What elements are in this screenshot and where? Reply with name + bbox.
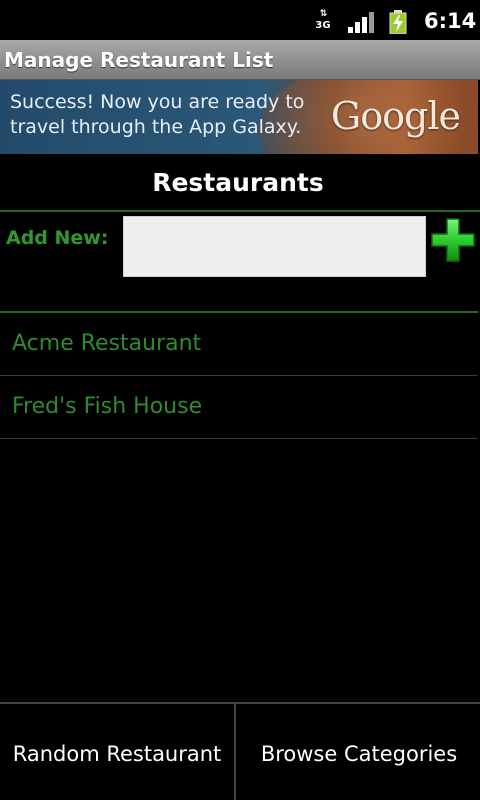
restaurants-header: Restaurants (0, 154, 480, 212)
signal-icon (348, 11, 374, 33)
page-title: Restaurants (152, 168, 324, 197)
app-screen: ⇅ 3G 6:14 Manage Restaurant List Success… (0, 0, 480, 800)
clock: 6:14 (424, 9, 477, 33)
list-item[interactable]: Fred's Fish House (0, 376, 478, 439)
random-restaurant-button[interactable]: Random Restaurant (0, 704, 236, 800)
new-restaurant-input[interactable] (123, 216, 426, 277)
ad-text: Success! Now you are ready to travel thr… (10, 91, 305, 138)
bottom-button-bar: Random Restaurant Browse Categories (0, 702, 480, 800)
restaurant-list: Acme Restaurant Fred's Fish House (0, 313, 478, 439)
plus-icon (431, 218, 475, 262)
battery-charging-icon (389, 10, 407, 35)
add-new-label: Add New: (6, 227, 109, 249)
add-new-row: Add New: (0, 213, 480, 311)
title-bar: Manage Restaurant List (0, 40, 480, 80)
network-type-label: 3G (315, 20, 331, 31)
list-item[interactable]: Acme Restaurant (0, 313, 478, 376)
add-restaurant-button[interactable] (430, 217, 476, 263)
ad-banner[interactable]: Success! Now you are ready to travel thr… (0, 80, 478, 154)
app-title: Manage Restaurant List (4, 48, 274, 72)
browse-categories-button[interactable]: Browse Categories (238, 704, 480, 800)
google-logo: Google (330, 94, 461, 138)
network-type-indicator: ⇅ 3G (312, 9, 334, 33)
data-arrows-icon: ⇅ (319, 9, 328, 19)
status-bar: ⇅ 3G 6:14 (0, 0, 480, 40)
